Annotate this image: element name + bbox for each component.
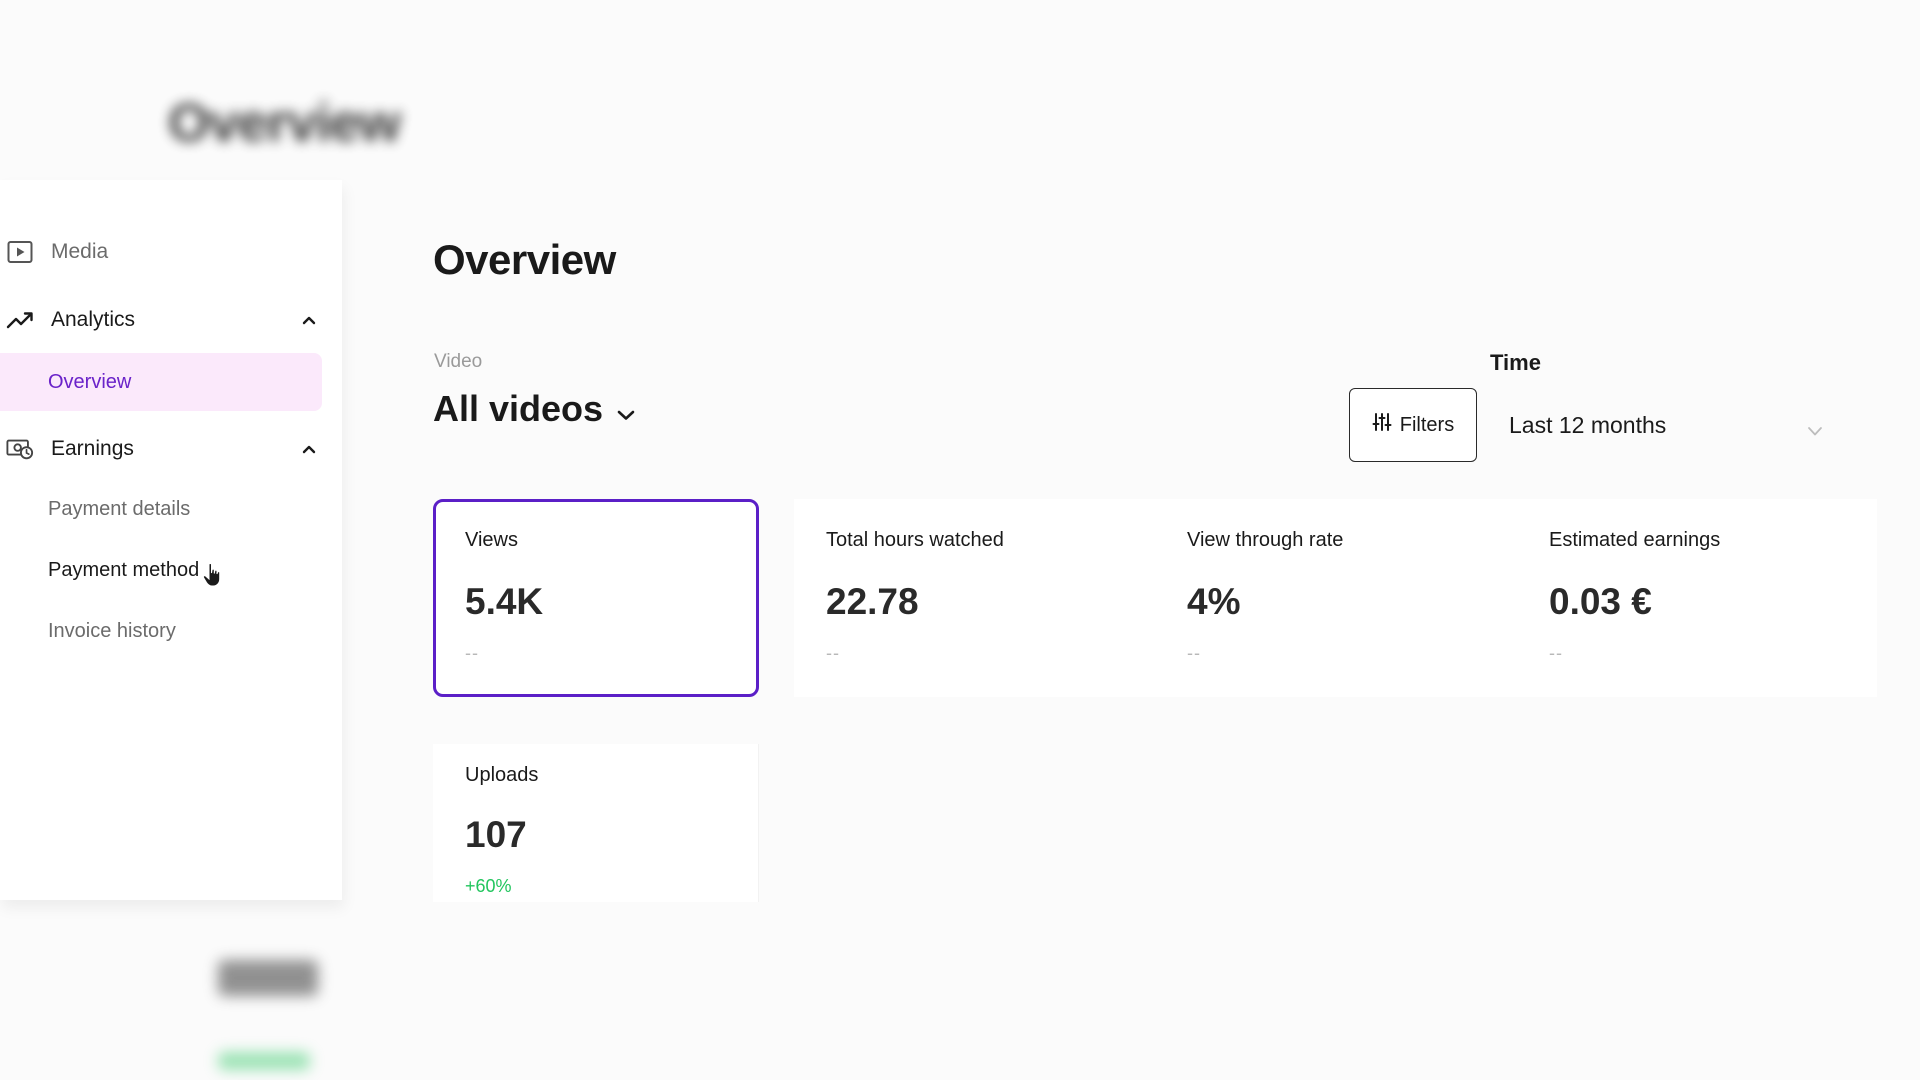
metric-card-estimated-earnings[interactable]: Estimated earnings 0.03 € -- — [1517, 499, 1877, 697]
sidebar-item-earnings[interactable]: Earnings — [0, 423, 322, 475]
chevron-down-icon — [1807, 416, 1823, 443]
video-select-value: All videos — [433, 388, 604, 429]
background-blur-shape — [218, 1052, 310, 1070]
metric-delta: +60% — [465, 876, 512, 896]
metric-card-uploads[interactable]: Uploads 107 +60% — [433, 744, 759, 902]
metric-label: Total hours watched — [826, 529, 1004, 551]
metric-value: 22.78 — [826, 581, 919, 622]
metric-card-views[interactable]: Views 5.4K -- — [433, 499, 759, 697]
metric-value: 5.4K — [465, 581, 544, 622]
sidebar-item-analytics[interactable]: Analytics — [0, 294, 322, 346]
sliders-icon — [1372, 412, 1392, 438]
sidebar-item-media[interactable]: Media — [0, 226, 322, 278]
chevron-down-icon — [617, 388, 635, 430]
metric-card-view-through-rate[interactable]: View through rate 4% -- — [1155, 499, 1518, 697]
app-window: Overview Media Analytics Overview Earnin… — [0, 0, 1920, 1080]
metric-card-total-hours-watched[interactable]: Total hours watched 22.78 -- — [794, 499, 1158, 697]
trend-up-icon — [6, 306, 34, 334]
metric-label: View through rate — [1187, 529, 1344, 551]
sidebar-subitem-invoice-history[interactable]: Invoice history — [0, 602, 322, 660]
chevron-up-icon[interactable] — [300, 440, 318, 458]
money-icon — [6, 435, 34, 463]
sidebar-subitem-payment-details[interactable]: Payment details — [0, 480, 322, 538]
filters-button-label: Filters — [1399, 413, 1455, 436]
metric-value: 4% — [1187, 581, 1241, 622]
sidebar-item-label: Media — [51, 240, 109, 263]
metric-value: 0.03 € — [1549, 581, 1652, 622]
page-title: Overview — [433, 236, 616, 283]
hand-cursor-icon — [202, 562, 224, 588]
sidebar-subitem-payment-method[interactable]: Payment method — [0, 541, 322, 599]
background-blur-shape — [218, 960, 318, 996]
metric-label: Uploads — [465, 764, 539, 786]
sidebar-subitem-overview[interactable]: Overview — [0, 353, 322, 411]
sidebar: Media Analytics Overview Earnings Paymen… — [0, 180, 342, 900]
metric-delta: -- — [826, 643, 840, 663]
time-range-select[interactable]: Last 12 months — [1491, 388, 1831, 462]
metric-label: Estimated earnings — [1549, 529, 1721, 551]
chevron-up-icon[interactable] — [300, 311, 318, 329]
video-filter-label: Video — [434, 351, 483, 372]
time-range-value: Last 12 months — [1509, 411, 1667, 438]
play-square-icon — [6, 238, 34, 266]
sidebar-item-label: Analytics — [51, 308, 136, 331]
metric-value: 107 — [465, 814, 527, 855]
sidebar-item-label: Earnings — [51, 437, 134, 460]
metric-label: Views — [465, 529, 518, 551]
metric-delta: -- — [465, 643, 479, 663]
metric-delta: -- — [1549, 643, 1563, 663]
video-select[interactable]: All videos — [433, 388, 635, 430]
background-page-title: Overview — [168, 93, 401, 153]
filters-button[interactable]: Filters — [1349, 388, 1477, 462]
metric-delta: -- — [1187, 643, 1201, 663]
time-filter-label: Time — [1490, 350, 1541, 375]
